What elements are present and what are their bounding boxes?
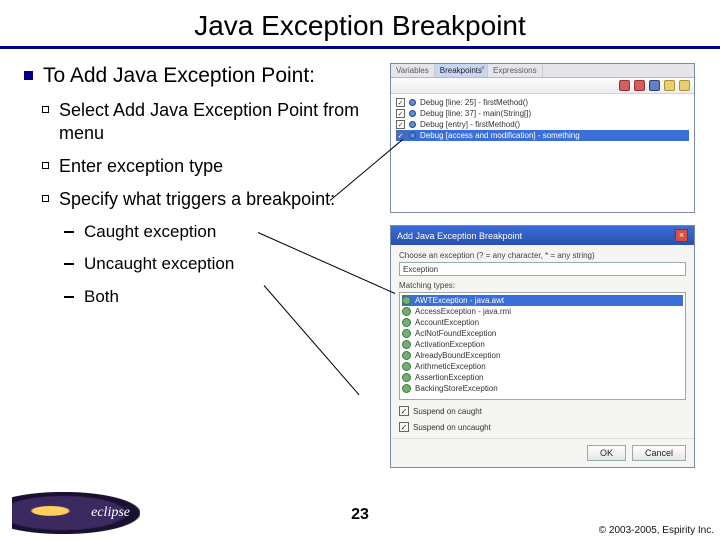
breakpoint-icon <box>409 121 416 128</box>
match-label: AclNotFoundException <box>415 329 496 338</box>
match-label: AccountException <box>415 318 479 327</box>
suspend-caught-row: ✓ Suspend on caught <box>399 406 686 416</box>
cancel-button[interactable]: Cancel <box>632 445 686 461</box>
class-icon <box>402 318 411 327</box>
close-icon[interactable]: × <box>481 65 485 72</box>
class-icon <box>402 329 411 338</box>
list-item[interactable]: AclNotFoundException <box>402 328 683 339</box>
text-column: To Add Java Exception Point: Select Add … <box>24 63 384 480</box>
breakpoint-icon <box>409 132 416 139</box>
bullet-square-icon <box>24 71 33 80</box>
slide-title: Java Exception Breakpoint <box>0 0 720 46</box>
view-tabs: Variables Breakpoints× Expressions <box>391 64 694 78</box>
step-text: Select Add Java Exception Point from men… <box>59 99 384 145</box>
close-icon[interactable]: × <box>675 229 688 242</box>
class-icon <box>402 307 411 316</box>
trigger-text: Uncaught exception <box>84 253 234 275</box>
list-item[interactable]: ✓ Debug [entry] - firstMethod() <box>396 119 689 130</box>
matches-list[interactable]: AWTException - java.awt AccessException … <box>399 292 686 400</box>
remove-all-icon[interactable] <box>634 80 645 91</box>
matches-label: Matching types: <box>399 281 686 290</box>
tab-breakpoints[interactable]: Breakpoints× <box>435 64 488 77</box>
breakpoints-view-screenshot: Variables Breakpoints× Expressions ✓ Debu… <box>390 63 695 213</box>
ok-button[interactable]: OK <box>587 445 626 461</box>
match-label: AWTException - java.awt <box>415 296 504 305</box>
bullet-hollow-icon <box>42 162 49 169</box>
class-icon <box>402 373 411 382</box>
class-icon <box>402 384 411 393</box>
bullet-dash-icon <box>64 263 74 265</box>
tab-variables[interactable]: Variables <box>391 64 435 77</box>
class-icon <box>402 351 411 360</box>
list-item[interactable]: AWTException - java.awt <box>402 295 683 306</box>
breakpoints-toolbar <box>391 78 694 94</box>
checkbox-icon[interactable]: ✓ <box>396 98 405 107</box>
eclipse-logo: eclipse <box>12 492 140 534</box>
suspend-uncaught-row: ✓ Suspend on uncaught <box>399 422 686 432</box>
list-item[interactable]: ✓ Debug [access and modification] - somet… <box>396 130 689 141</box>
bullet-dash-icon <box>64 231 74 233</box>
list-item[interactable]: AccessException - java.rmi <box>402 306 683 317</box>
copyright-text: © 2003-2005, Espirity Inc. <box>599 525 714 536</box>
list-item[interactable]: ✓ Debug [line: 37] - main(String[]) <box>396 108 689 119</box>
class-icon <box>402 296 411 305</box>
checkbox-icon[interactable]: ✓ <box>399 406 409 416</box>
checkbox-icon[interactable]: ✓ <box>396 120 405 129</box>
match-label: AssertionException <box>415 373 483 382</box>
list-item[interactable]: AlreadyBoundException <box>402 350 683 361</box>
goto-icon[interactable] <box>649 80 660 91</box>
remove-icon[interactable] <box>619 80 630 91</box>
exception-type-input[interactable]: Exception <box>399 262 686 276</box>
list-item[interactable]: ArithmeticException <box>402 361 683 372</box>
bullet-hollow-icon <box>42 195 49 202</box>
breakpoint-label: Debug [line: 37] - main(String[]) <box>420 109 531 118</box>
breakpoint-label: Debug [line: 25] - firstMethod() <box>420 98 528 107</box>
dialog-titlebar: Add Java Exception Breakpoint × <box>391 226 694 245</box>
checkbox-label: Suspend on caught <box>413 407 482 416</box>
checkbox-icon[interactable]: ✓ <box>396 131 405 140</box>
title-rule <box>0 46 720 49</box>
checkbox-icon[interactable]: ✓ <box>396 109 405 118</box>
bullet-dash-icon <box>64 296 74 298</box>
checkbox-icon[interactable]: ✓ <box>399 422 409 432</box>
breakpoint-icon <box>409 99 416 106</box>
tab-label: Breakpoints <box>440 66 482 75</box>
step-text: Specify what triggers a breakpoint: <box>59 188 335 211</box>
match-label: ActivationException <box>415 340 485 349</box>
slide-footer: eclipse 23 © 2003-2005, Espirity Inc. <box>0 482 720 540</box>
breakpoint-label: Debug [entry] - firstMethod() <box>420 120 520 129</box>
list-item[interactable]: AssertionException <box>402 372 683 383</box>
screenshot-column: Variables Breakpoints× Expressions ✓Debu… <box>384 63 712 480</box>
match-label: ArithmeticException <box>415 362 486 371</box>
step-text: Enter exception type <box>59 155 223 178</box>
page-number: 23 <box>351 506 369 524</box>
breakpoint-icon <box>409 110 416 117</box>
class-icon <box>402 340 411 349</box>
class-icon <box>402 362 411 371</box>
match-label: AlreadyBoundException <box>415 351 500 360</box>
match-label: AccessException - java.rmi <box>415 307 511 316</box>
list-item[interactable]: ActivationException <box>402 339 683 350</box>
add-exception-icon[interactable] <box>664 80 675 91</box>
tab-expressions[interactable]: Expressions <box>488 64 543 77</box>
breakpoints-list: ✓ Debug [line: 25] - firstMethod() ✓ Debug… <box>391 94 694 144</box>
checkbox-label: Suspend on uncaught <box>413 423 491 432</box>
list-item[interactable]: ✓ Debug [line: 25] - firstMethod() <box>396 97 689 108</box>
section-heading: To Add Java Exception Point: <box>43 63 315 89</box>
breakpoint-label: Debug [access and modification] - someth… <box>420 131 580 140</box>
match-label: BackingStoreException <box>415 384 498 393</box>
dialog-prompt: Choose an exception (? = any character, … <box>399 251 686 260</box>
dialog-title: Add Java Exception Breakpoint <box>397 231 522 241</box>
bullet-hollow-icon <box>42 106 49 113</box>
add-exception-dialog-screenshot: Add Java Exception Breakpoint × Choose a… <box>390 225 695 468</box>
list-item[interactable]: BackingStoreException <box>402 383 683 394</box>
menu-icon[interactable] <box>679 80 690 91</box>
trigger-text: Both <box>84 286 119 308</box>
list-item[interactable]: AccountException <box>402 317 683 328</box>
trigger-text: Caught exception <box>84 221 216 243</box>
dialog-buttons: OK Cancel <box>391 438 694 467</box>
